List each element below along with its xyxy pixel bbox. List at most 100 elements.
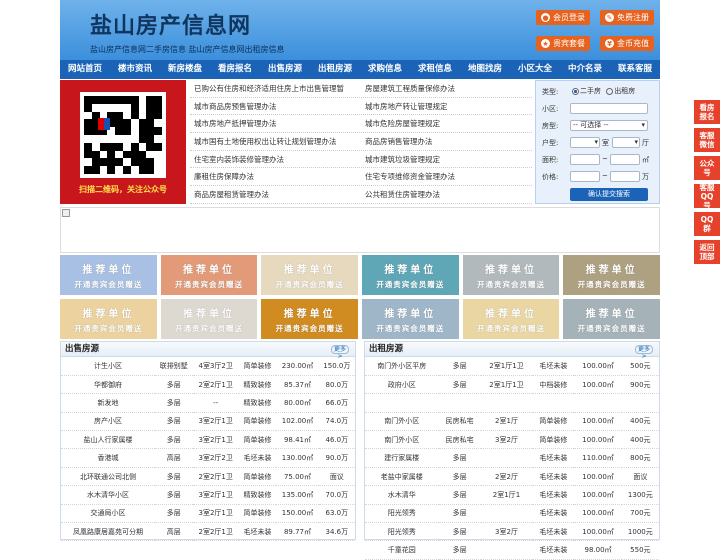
- policy-link[interactable]: 商品房屋租赁管理办法: [190, 189, 361, 200]
- nav-item[interactable]: 求购信息: [360, 60, 410, 79]
- room-select[interactable]: ▾: [570, 137, 600, 148]
- policy-link[interactable]: 城市国有土地使用权出让转让规划管理办法: [190, 136, 361, 147]
- listing-community[interactable]: 计生小区: [61, 357, 155, 376]
- price-max-input[interactable]: [610, 171, 640, 182]
- listing-row[interactable]: 房产小区 多层 3室2厅1卫 简单装修 102.00㎡ 74.0万: [61, 412, 355, 432]
- policy-link[interactable]: 住宅专项维修资金管理办法: [361, 171, 532, 182]
- listing-community[interactable]: 南门外小区: [365, 412, 439, 432]
- listing-community[interactable]: 南门外小区: [365, 430, 439, 450]
- side-float-button[interactable]: 看房报名: [694, 100, 720, 124]
- nav-item[interactable]: 新房楼盘: [160, 60, 210, 79]
- listing-community[interactable]: 水木清华: [365, 485, 439, 505]
- listing-community[interactable]: 水木清华小区: [61, 485, 155, 505]
- listing-row[interactable]: 政府小区 多层 2室1厅1卫 中档装修 100.00㎡ 900元: [365, 375, 659, 395]
- listing-row[interactable]: 南门外小区平房 多层 2室1厅1卫 毛坯未装 100.00㎡ 500元: [365, 357, 659, 376]
- recommended-unit-ad[interactable]: 推荐单位 开通贵宾会员赠送: [563, 299, 660, 339]
- policy-link[interactable]: 城市危险房屋管理规定: [361, 118, 532, 129]
- listing-community[interactable]: 阳光领秀: [365, 522, 439, 542]
- register-button[interactable]: ✎ 免费注册: [600, 10, 654, 25]
- nav-item[interactable]: 小区大全: [510, 60, 560, 79]
- listing-row[interactable]: 南门外小区 民房私宅 2室1厅 简单装修 100.00㎡ 400元: [365, 412, 659, 432]
- policy-link[interactable]: 房屋建筑工程质量保修办法: [361, 83, 532, 94]
- nav-item[interactable]: 楼市资讯: [110, 60, 160, 79]
- vip-button[interactable]: ★ 贵宾套餐: [536, 36, 590, 51]
- community-input[interactable]: [570, 103, 648, 114]
- listing-community[interactable]: [365, 393, 439, 413]
- listing-community[interactable]: 华都御府: [61, 375, 155, 395]
- listing-row[interactable]: 北环联通公司北侧 多层 2室2厅1卫 简单装修 75.00㎡ 面议: [61, 467, 355, 487]
- side-float-button[interactable]: 客服QQ号: [694, 183, 720, 210]
- side-float-button[interactable]: 公众号: [694, 156, 720, 180]
- recommended-unit-ad[interactable]: 推荐单位 开通贵宾会员赠送: [160, 255, 258, 295]
- listing-row[interactable]: 盐山人行家属楼 多层 3室2厅1卫 简单装修 98.41㎡ 46.0万: [61, 430, 355, 450]
- nav-item[interactable]: 求租信息: [410, 60, 460, 79]
- listing-row[interactable]: 建行家属楼 多层 毛坯未装 110.00㎡ 800元: [365, 448, 659, 468]
- listing-row[interactable]: 阳光领秀 多层 3室2厅 毛坯未装 100.00㎡ 1000元: [365, 522, 659, 542]
- recommended-unit-ad[interactable]: 推荐单位 开通贵宾会员赠送: [563, 255, 660, 295]
- policy-link[interactable]: 廉租住房保障办法: [190, 171, 361, 182]
- policy-link[interactable]: 住宅室内装饰装修管理办法: [190, 154, 361, 165]
- listing-community[interactable]: 交通局小区: [61, 504, 155, 524]
- recommended-unit-ad[interactable]: 推荐单位 开通贵宾会员赠送: [261, 299, 358, 339]
- listing-row[interactable]: 计生小区 联排别墅 4室3厅2卫 简单装修 230.00㎡ 150.0万: [61, 357, 355, 376]
- recommended-unit-ad[interactable]: 推荐单位 开通贵宾会员赠送: [60, 255, 157, 295]
- recommended-unit-ad[interactable]: 推荐单位 开通贵宾会员赠送: [462, 299, 560, 339]
- side-float-button[interactable]: 返回顶部: [694, 240, 720, 264]
- listing-row[interactable]: 凤凰路康居嘉苑可分期 高层 2室2厅1卫 毛坯未装 89.77㎡ 34.6万: [61, 522, 355, 542]
- policy-link[interactable]: 城市房地产抵押管理办法: [190, 118, 361, 129]
- listing-community[interactable]: 建行家属楼: [365, 448, 439, 468]
- area-max-input[interactable]: [610, 154, 640, 165]
- listing-row[interactable]: 老盐中家属楼 多层 2室2厅 毛坯未装 100.00㎡ 面议: [365, 467, 659, 487]
- recommended-unit-ad[interactable]: 推荐单位 开通贵宾会员赠送: [361, 299, 459, 339]
- recommended-unit-ad[interactable]: 推荐单位 开通贵宾会员赠送: [160, 299, 258, 339]
- house-type-select[interactable]: -- 可选择 -- ▾: [570, 120, 648, 131]
- side-float-button[interactable]: 客服微信: [694, 128, 720, 152]
- nav-item[interactable]: 出售房源: [260, 60, 310, 79]
- listing-community[interactable]: 北环联通公司北侧: [61, 467, 155, 487]
- search-submit-button[interactable]: 确认提交搜索: [570, 188, 648, 201]
- listing-community[interactable]: 南门外小区平房: [365, 357, 439, 376]
- rent-more-button[interactable]: 更多>: [635, 345, 653, 360]
- listing-community[interactable]: 香港城: [61, 448, 155, 468]
- listing-row[interactable]: 新发地 多层 -- 精致装修 80.00㎡ 66.0万: [61, 393, 355, 413]
- nav-item[interactable]: 中介名录: [560, 60, 610, 79]
- policy-link[interactable]: 已购公有住房和经济适用住房上市出售管理暂: [190, 83, 361, 94]
- side-float-button[interactable]: QQ群: [694, 212, 720, 236]
- listing-community[interactable]: 老盐中家属楼: [365, 467, 439, 487]
- policy-link[interactable]: 商品房销售管理办法: [361, 136, 532, 147]
- listing-row[interactable]: 水木清华 多层 2室1厅1 毛坯未装 100.00㎡ 1300元: [365, 485, 659, 505]
- recommended-unit-ad[interactable]: 推荐单位 开通贵宾会员赠送: [462, 255, 560, 295]
- listing-row[interactable]: 南门外小区 民房私宅 3室2厅 简单装修 100.00㎡ 400元: [365, 430, 659, 450]
- listing-community[interactable]: 新发地: [61, 393, 155, 413]
- radio-sale[interactable]: [572, 87, 579, 95]
- listing-community[interactable]: 千童花园: [365, 540, 439, 560]
- listing-row[interactable]: 华都御府 多层 2室2厅1卫 精致装修 85.37㎡ 80.0万: [61, 375, 355, 395]
- policy-link[interactable]: 城市商品房预售管理办法: [190, 101, 361, 112]
- listing-community[interactable]: 阳光领秀: [365, 504, 439, 524]
- nav-item[interactable]: 地图找房: [460, 60, 510, 79]
- login-button[interactable]: ● 会员登录: [536, 10, 590, 25]
- listing-row[interactable]: 交通局小区 多层 3室2厅1卫 简单装修 150.00㎡ 63.0万: [61, 504, 355, 524]
- listing-community[interactable]: 房产小区: [61, 412, 155, 432]
- recommended-unit-ad[interactable]: 推荐单位 开通贵宾会员赠送: [261, 255, 358, 295]
- policy-link[interactable]: 公共租赁住房管理办法: [361, 189, 532, 200]
- policy-link[interactable]: 城市房地产转让管理规定: [361, 101, 532, 112]
- listing-community[interactable]: 政府小区: [365, 375, 439, 395]
- nav-item[interactable]: 看房报名: [210, 60, 260, 79]
- area-min-input[interactable]: [570, 154, 600, 165]
- listing-community[interactable]: 凤凰路康居嘉苑可分期: [61, 522, 155, 542]
- site-title[interactable]: 盐山房产信息网: [90, 8, 251, 40]
- banner-ad[interactable]: [60, 207, 660, 253]
- listing-row[interactable]: 香港城 高层 3室2厅2卫 毛坯未装 130.00㎡ 90.0万: [61, 448, 355, 468]
- sale-more-button[interactable]: 更多>: [331, 345, 349, 360]
- nav-item[interactable]: 联系客服: [610, 60, 660, 79]
- listing-community[interactable]: 盐山人行家属楼: [61, 430, 155, 450]
- coin-recharge-button[interactable]: ¥ 金币充值: [600, 36, 654, 51]
- hall-select[interactable]: ▾: [612, 137, 640, 148]
- price-min-input[interactable]: [570, 171, 600, 182]
- radio-rent[interactable]: [606, 87, 614, 95]
- policy-link[interactable]: 城市建筑垃圾管理规定: [361, 154, 532, 165]
- listing-row[interactable]: 阳光领秀 多层 毛坯未装 100.00㎡ 700元: [365, 504, 659, 524]
- nav-item[interactable]: 网站首页: [60, 60, 110, 79]
- listing-row[interactable]: 千童花园 多层 毛坯未装 98.00㎡ 550元: [365, 540, 659, 560]
